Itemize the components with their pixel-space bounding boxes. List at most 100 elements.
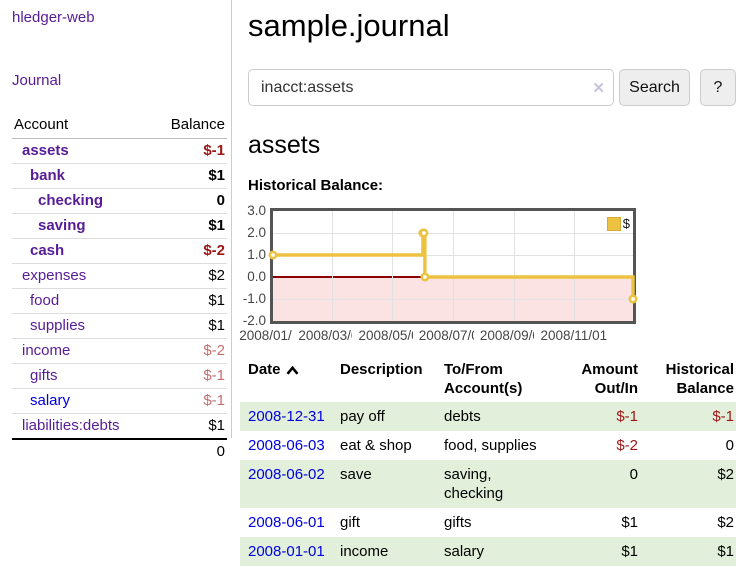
sidebar-account-link[interactable]: bank <box>12 167 151 184</box>
account-balance: $-1 <box>151 389 227 414</box>
chart-data-point <box>270 252 276 258</box>
sidebar-account-link[interactable]: gifts <box>12 367 151 384</box>
sidebar: hledger-web Journal Account Balance asse… <box>0 0 232 438</box>
accounts-header-balance: Balance <box>151 113 227 139</box>
account-row: cash$-2 <box>12 239 227 264</box>
account-balance: $1 <box>151 314 227 339</box>
account-balance: $1 <box>151 414 227 440</box>
register-header-amount: Amount Out/In <box>551 357 640 402</box>
transaction-date-link[interactable]: 2008-06-03 <box>248 437 325 454</box>
register-header-balance: Historical Balance <box>640 357 736 402</box>
account-balance: $-2 <box>151 239 227 264</box>
transaction-balance: $1 <box>640 537 736 566</box>
chart-y-axis-label: 1.0 <box>240 247 266 263</box>
account-balance: $1 <box>151 289 227 314</box>
accounts-table: Account Balance assets$-1bank$1checking0… <box>12 113 227 464</box>
sidebar-account-link[interactable]: cash <box>12 242 151 259</box>
register-table: Date Description To/From Account(s) Amou… <box>240 357 736 566</box>
transaction-date-link[interactable]: 2008-12-31 <box>248 408 325 425</box>
transaction-accounts: saving, checking <box>442 460 551 508</box>
search-input[interactable] <box>248 69 614 106</box>
account-row: checking0 <box>12 189 227 214</box>
transaction-description: gift <box>338 508 442 537</box>
transaction-amount: $-1 <box>551 402 640 431</box>
transaction-date-link[interactable]: 2008-06-02 <box>248 466 325 483</box>
register-header-date[interactable]: Date <box>240 357 338 402</box>
register-header-description: Description <box>338 357 442 402</box>
chart-y-axis-label: 2.0 <box>240 225 266 241</box>
account-row: food$1 <box>12 289 227 314</box>
sidebar-account-link[interactable]: liabilities:debts <box>12 417 151 434</box>
app-brand-link[interactable]: hledger-web <box>12 9 231 26</box>
account-heading: assets <box>248 131 736 160</box>
transaction-balance: $2 <box>640 508 736 537</box>
search-button[interactable]: Search <box>619 69 690 106</box>
transaction-accounts: gifts <box>442 508 551 537</box>
sidebar-account-link[interactable]: saving <box>12 217 151 234</box>
chart-data-point <box>422 274 428 280</box>
chart-plot-area[interactable]: $ <box>270 208 636 324</box>
register-header-accounts: To/From Account(s) <box>442 357 551 402</box>
sort-ascending-icon <box>286 366 299 375</box>
clear-search-icon[interactable]: ✕ <box>592 79 605 97</box>
chart-y-axis-label: 3.0 <box>240 203 266 219</box>
register-row: 2008-06-03 eat & shopfood, supplies$-20 <box>240 431 736 460</box>
sidebar-item-journal[interactable]: Journal <box>12 72 231 89</box>
sidebar-account-link[interactable]: salary <box>12 392 151 409</box>
transaction-amount: $-2 <box>551 431 640 460</box>
transaction-balance: $-1 <box>640 402 736 431</box>
sidebar-account-link[interactable]: checking <box>12 192 151 209</box>
sidebar-account-link[interactable]: supplies <box>12 317 151 334</box>
accounts-header-row: Account Balance <box>12 113 227 139</box>
transaction-accounts: food, supplies <box>442 431 551 460</box>
register-row: 2008-12-31pay offdebts$-1$-1 <box>240 402 736 431</box>
accounts-total-spacer <box>12 439 151 464</box>
search-form: ✕ Search ? <box>248 69 736 106</box>
main-content: sample.journal ✕ Search ? assets Histori… <box>240 0 736 566</box>
register-row: 2008-01-01incomesalary$1$1 <box>240 537 736 566</box>
transaction-description: eat & shop <box>338 431 442 460</box>
chart-data-point <box>421 230 427 236</box>
chart-data-point <box>630 296 636 302</box>
account-row: bank$1 <box>12 164 227 189</box>
sidebar-account-link[interactable]: assets <box>12 142 151 159</box>
chart-y-axis-label: -2.0 <box>240 313 266 329</box>
account-row: assets$-1 <box>12 139 227 164</box>
transaction-description: income <box>338 537 442 566</box>
accounts-header-account: Account <box>12 113 151 139</box>
chart-y-axis-label: -1.0 <box>240 291 266 307</box>
account-row: saving$1 <box>12 214 227 239</box>
balance-chart: $ 3.02.01.00.0-1.0-2.02008/01/012008/03/… <box>240 201 736 343</box>
transaction-date-link[interactable]: 2008-06-01 <box>248 514 325 531</box>
account-balance: $2 <box>151 264 227 289</box>
accounts-total-value: 0 <box>151 439 227 464</box>
transaction-description: save <box>338 460 442 508</box>
account-balance: $1 <box>151 214 227 239</box>
account-balance: $-1 <box>151 139 227 164</box>
transaction-amount: $1 <box>551 508 640 537</box>
account-row: gifts$-1 <box>12 364 227 389</box>
sidebar-account-link[interactable]: food <box>12 292 151 309</box>
account-row: expenses$2 <box>12 264 227 289</box>
transaction-balance: 0 <box>640 431 736 460</box>
account-row: income$-2 <box>12 339 227 364</box>
accounts-total-row: 0 <box>12 439 227 464</box>
account-row: liabilities:debts$1 <box>12 414 227 440</box>
transaction-amount: $1 <box>551 537 640 566</box>
account-balance: $1 <box>151 164 227 189</box>
hledger-web-page: hledger-web Journal Account Balance asse… <box>0 0 742 582</box>
page-title: sample.journal <box>248 8 736 44</box>
sidebar-account-link[interactable]: income <box>12 342 151 359</box>
transaction-date-link[interactable]: 2008-01-01 <box>248 543 325 560</box>
account-balance: $-1 <box>151 364 227 389</box>
help-button[interactable]: ? <box>700 69 736 106</box>
account-row: supplies$1 <box>12 314 227 339</box>
register-header-row: Date Description To/From Account(s) Amou… <box>240 357 736 402</box>
chart-y-axis-label: 0.0 <box>240 269 266 285</box>
account-balance: $-2 <box>151 339 227 364</box>
search-box: ✕ <box>248 69 614 106</box>
register-row: 2008-06-01 giftgifts$1$2 <box>240 508 736 537</box>
transaction-balance: $2 <box>640 460 736 508</box>
account-row: salary$-1 <box>12 389 227 414</box>
sidebar-account-link[interactable]: expenses <box>12 267 151 284</box>
